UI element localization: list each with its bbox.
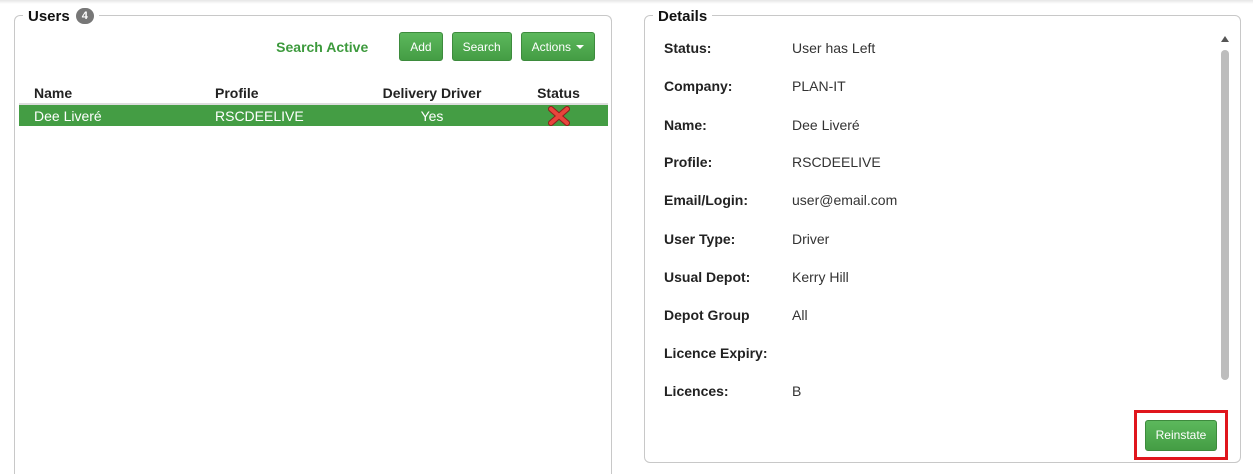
- details-panel: Details Status: User has Left Company: P…: [644, 6, 1241, 463]
- detail-label: Email/Login:: [664, 192, 748, 208]
- detail-label: Depot Group: [664, 307, 750, 323]
- actions-button-label: Actions: [531, 39, 571, 54]
- detail-row-user-type: User Type: Driver: [664, 229, 829, 249]
- detail-value: user@email.com: [792, 192, 898, 208]
- scroll-thumb[interactable]: [1221, 50, 1229, 380]
- detail-label: Name:: [664, 117, 707, 133]
- table-row[interactable]: Dee Liveré RSCDEELIVE Yes: [19, 104, 608, 126]
- detail-value: PLAN-IT: [792, 78, 846, 94]
- reinstate-highlight: Reinstate: [1134, 410, 1228, 460]
- detail-label: Profile:: [664, 154, 713, 170]
- detail-label: User Type:: [664, 231, 736, 247]
- users-table: Name Profile Delivery Driver Status Dee …: [19, 82, 608, 126]
- users-title: Users: [28, 7, 70, 25]
- actions-dropdown-button[interactable]: Actions: [520, 32, 595, 61]
- users-table-header: Name Profile Delivery Driver Status: [19, 82, 608, 104]
- detail-label: Usual Depot:: [664, 269, 751, 285]
- column-header-name[interactable]: Name: [19, 82, 215, 104]
- add-button-label: Add: [410, 39, 432, 54]
- caret-down-icon: [576, 44, 584, 49]
- users-panel-title: Users 4: [23, 6, 99, 26]
- details-panel-title: Details: [653, 6, 713, 26]
- cell-profile: RSCDEELIVE: [215, 107, 304, 124]
- cell-status: [509, 104, 608, 126]
- cell-name: Dee Liveré: [34, 107, 102, 124]
- detail-value: User has Left: [792, 40, 876, 56]
- detail-value: Kerry Hill: [792, 269, 849, 285]
- detail-row-licence-expiry: Licence Expiry:: [664, 343, 792, 363]
- users-toolbar: Search Active Add Search Actions: [276, 32, 595, 61]
- detail-row-usual-depot: Usual Depot: Kerry Hill: [664, 267, 849, 287]
- column-header-profile[interactable]: Profile: [215, 82, 355, 104]
- detail-label: Status:: [664, 40, 712, 56]
- detail-row-licences: Licences: B: [664, 381, 801, 401]
- search-button[interactable]: Search: [451, 32, 512, 61]
- details-scrollbar[interactable]: [1220, 36, 1230, 382]
- column-header-status[interactable]: Status: [509, 82, 608, 104]
- detail-value: RSCDEELIVE: [792, 154, 881, 170]
- search-button-label: Search: [462, 39, 501, 54]
- top-shadow: [0, 0, 1253, 4]
- red-x-icon: [547, 105, 570, 126]
- detail-row-profile: Profile: RSCDEELIVE: [664, 152, 881, 172]
- add-button[interactable]: Add: [399, 32, 443, 61]
- detail-row-status: Status: User has Left: [664, 38, 875, 58]
- cell-delivery-driver: Yes: [420, 107, 444, 124]
- detail-label: Licences:: [664, 383, 729, 399]
- detail-row-depot-group: Depot Group All: [664, 305, 808, 325]
- detail-row-company: Company: PLAN-IT: [664, 76, 846, 96]
- detail-row-name: Name: Dee Liveré: [664, 115, 860, 135]
- column-header-delivery-driver[interactable]: Delivery Driver: [355, 82, 509, 104]
- detail-label: Licence Expiry:: [664, 345, 768, 361]
- detail-value: All: [792, 307, 808, 323]
- reinstate-button-label: Reinstate: [1155, 428, 1207, 442]
- detail-value: Driver: [792, 231, 830, 247]
- reinstate-button[interactable]: Reinstate: [1144, 419, 1218, 451]
- search-active-label: Search Active: [276, 38, 369, 55]
- users-panel: Users 4 Search Active Add Search Actions…: [14, 6, 612, 474]
- detail-row-email-login: Email/Login: user@email.com: [664, 190, 897, 210]
- scroll-up-arrow-icon[interactable]: [1221, 36, 1229, 42]
- users-count-badge: 4: [75, 8, 94, 24]
- detail-value: B: [792, 383, 802, 399]
- details-title: Details: [658, 7, 708, 25]
- detail-value: Dee Liveré: [792, 117, 860, 133]
- detail-label: Company:: [664, 78, 733, 94]
